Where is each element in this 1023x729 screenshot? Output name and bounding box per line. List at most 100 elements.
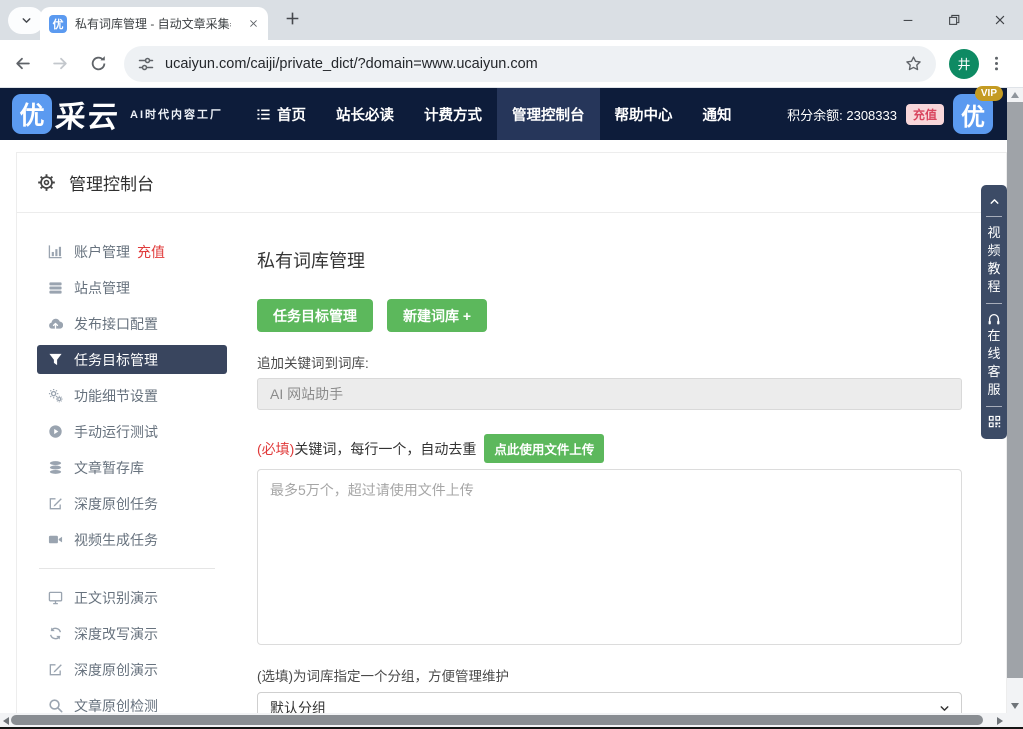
scroll-up-arrow[interactable] xyxy=(1011,92,1019,98)
back-button[interactable] xyxy=(6,48,38,80)
gears-icon xyxy=(48,388,63,403)
main-content: 私有词库管理 任务目标管理 新建词库 + 追加关键词到词库: (必填) 关键词，… xyxy=(227,237,1006,713)
nav-item-console[interactable]: 管理控制台 xyxy=(497,88,600,140)
floating-side-toolbar: 视频教程 在线客服 xyxy=(981,185,1007,439)
keywords-instruction-row: (必填) 关键词，每行一个，自动去重 点此使用文件上传 xyxy=(257,434,962,463)
sidebar-item-label: 功能细节设置 xyxy=(74,386,158,406)
site-navbar: 优 采云 AI时代内容工厂 首页站长必读 计费方式 管理控制台 帮助中心 通知 积分余额… xyxy=(0,88,1007,140)
scroll-right-arrow[interactable] xyxy=(997,717,1003,725)
logo-mark: 优 xyxy=(12,94,52,134)
sidebar-item-label: 深度原创任务 xyxy=(74,494,158,514)
site-settings-icon[interactable] xyxy=(138,56,154,72)
address-bar[interactable]: ucaiyun.com/caiji/private_dict/?domain=w… xyxy=(124,46,936,82)
nav-item-label: 帮助中心 xyxy=(615,104,673,125)
refresh-button[interactable] xyxy=(82,48,114,80)
search-icon xyxy=(48,698,63,713)
server-icon xyxy=(48,280,63,295)
divider xyxy=(986,406,1002,407)
browser-profile-avatar[interactable]: 井 xyxy=(949,49,979,79)
dict-name-input xyxy=(257,378,962,410)
logo-tagline: AI时代内容工厂 xyxy=(130,106,223,122)
bookmark-star-icon[interactable] xyxy=(905,55,922,72)
sidebar-item-label: 文章原创检测 xyxy=(74,696,158,714)
browser-tab[interactable]: 优 私有词库管理 - 自动文章采集器 xyxy=(40,7,268,40)
divider xyxy=(986,303,1002,304)
vertical-scrollbar-thumb[interactable] xyxy=(1007,102,1023,678)
user-avatar[interactable]: 优 VIP xyxy=(953,94,993,134)
nav-item-home[interactable]: 首页 xyxy=(241,88,321,140)
window-restore-button[interactable] xyxy=(931,0,977,40)
nav-item-label: 站长必读 xyxy=(336,104,394,125)
browser-tab-strip: 优 私有词库管理 - 自动文章采集器 xyxy=(0,0,1023,40)
list-icon xyxy=(256,107,271,122)
new-dict-button[interactable]: 新建词库 + xyxy=(387,299,487,332)
tab-search-button[interactable] xyxy=(8,7,44,34)
qr-code-button[interactable] xyxy=(988,415,1001,428)
horizontal-scrollbar xyxy=(0,713,1007,727)
site-logo[interactable]: 优 采云 AI时代内容工厂 xyxy=(12,92,223,136)
video-icon xyxy=(48,532,63,547)
sidebar: 账户管理充值站点管理发布接口配置任务目标管理功能细节设置手动运行测试文章暂存库深… xyxy=(17,237,227,713)
sidebar-item-body-extract-demo[interactable]: 正文识别演示 xyxy=(37,583,227,612)
window-minimize-button[interactable] xyxy=(885,0,931,40)
nav-right-cluster: 积分余额: 2308333 充值 优 VIP xyxy=(787,94,993,134)
forward-button[interactable] xyxy=(44,48,76,80)
page-title: 私有词库管理 xyxy=(257,247,962,273)
new-tab-button[interactable] xyxy=(284,10,301,27)
nav-item-billing[interactable]: 计费方式 xyxy=(409,88,497,140)
browser-toolbar: ucaiyun.com/caiji/private_dict/?domain=w… xyxy=(0,40,1023,88)
sidebar-item-original-demo[interactable]: 深度原创演示 xyxy=(37,655,227,684)
funnel-icon xyxy=(48,352,63,367)
nav-item-label: 通知 xyxy=(703,104,732,125)
console-header: 管理控制台 xyxy=(17,153,1006,213)
sidebar-item-label: 深度原创演示 xyxy=(74,660,158,680)
sidebar-item-video-task[interactable]: 视频生成任务 xyxy=(37,525,227,554)
group-select[interactable]: 默认分组 xyxy=(257,692,962,713)
gear-icon xyxy=(37,173,56,192)
sidebar-item-feature-settings[interactable]: 功能细节设置 xyxy=(37,381,227,410)
console-card: 管理控制台 账户管理充值站点管理发布接口配置任务目标管理功能细节设置手动运行测试… xyxy=(16,152,1007,713)
nav-item-must-read[interactable]: 站长必读 xyxy=(321,88,409,140)
sidebar-divider xyxy=(39,568,215,569)
task-target-button[interactable]: 任务目标管理 xyxy=(257,299,373,332)
sidebar-item-account[interactable]: 账户管理充值 xyxy=(37,237,227,266)
nav-item-label: 管理控制台 xyxy=(512,104,585,125)
nav-item-help-center[interactable]: 帮助中心 xyxy=(600,88,688,140)
scroll-left-arrow[interactable] xyxy=(3,717,9,725)
collapse-button[interactable] xyxy=(988,195,1001,208)
monitor-icon xyxy=(48,590,63,605)
sidebar-item-rewrite-demo[interactable]: 深度改写演示 xyxy=(37,619,227,648)
sidebar-item-article-buffer[interactable]: 文章暂存库 xyxy=(37,453,227,482)
nav-item-notifications[interactable]: 通知 xyxy=(688,88,747,140)
sidebar-item-originality-check[interactable]: 文章原创检测 xyxy=(37,691,227,713)
sidebar-item-publish-api[interactable]: 发布接口配置 xyxy=(37,309,227,338)
keywords-textarea[interactable] xyxy=(257,469,962,645)
browser-menu-button[interactable] xyxy=(988,55,1005,72)
sidebar-item-task-target[interactable]: 任务目标管理 xyxy=(37,345,227,374)
sidebar-item-deep-original-task[interactable]: 深度原创任务 xyxy=(37,489,227,518)
recharge-link[interactable]: 充值 xyxy=(137,242,165,262)
video-tutorial-button[interactable]: 视频教程 xyxy=(987,224,1001,296)
nav-item-label: 计费方式 xyxy=(424,104,482,125)
tab-title: 私有词库管理 - 自动文章采集器 xyxy=(75,15,231,32)
database-icon xyxy=(48,460,63,475)
tab-close-button[interactable] xyxy=(248,18,259,29)
required-tag: (必填) xyxy=(257,439,294,459)
sidebar-item-manual-test[interactable]: 手动运行测试 xyxy=(37,417,227,446)
console-title: 管理控制台 xyxy=(69,170,154,195)
cloud-upload-icon xyxy=(48,316,63,331)
window-controls xyxy=(885,0,1023,40)
sidebar-item-label: 深度改写演示 xyxy=(74,624,158,644)
online-service-button[interactable]: 在线客服 xyxy=(987,327,1001,399)
edit-icon xyxy=(48,496,63,511)
sidebar-item-label: 发布接口配置 xyxy=(74,314,158,334)
recharge-badge[interactable]: 充值 xyxy=(906,104,944,125)
scroll-down-arrow[interactable] xyxy=(1011,703,1019,709)
sidebar-item-label: 文章暂存库 xyxy=(74,458,144,478)
file-upload-button[interactable]: 点此使用文件上传 xyxy=(484,434,604,463)
sidebar-item-sites[interactable]: 站点管理 xyxy=(37,273,227,302)
horizontal-scrollbar-thumb[interactable] xyxy=(11,715,983,725)
window-close-button[interactable] xyxy=(977,0,1023,40)
bar-chart-icon xyxy=(48,244,63,259)
nav-menu: 首页站长必读 计费方式 管理控制台 帮助中心 通知 xyxy=(241,88,747,140)
